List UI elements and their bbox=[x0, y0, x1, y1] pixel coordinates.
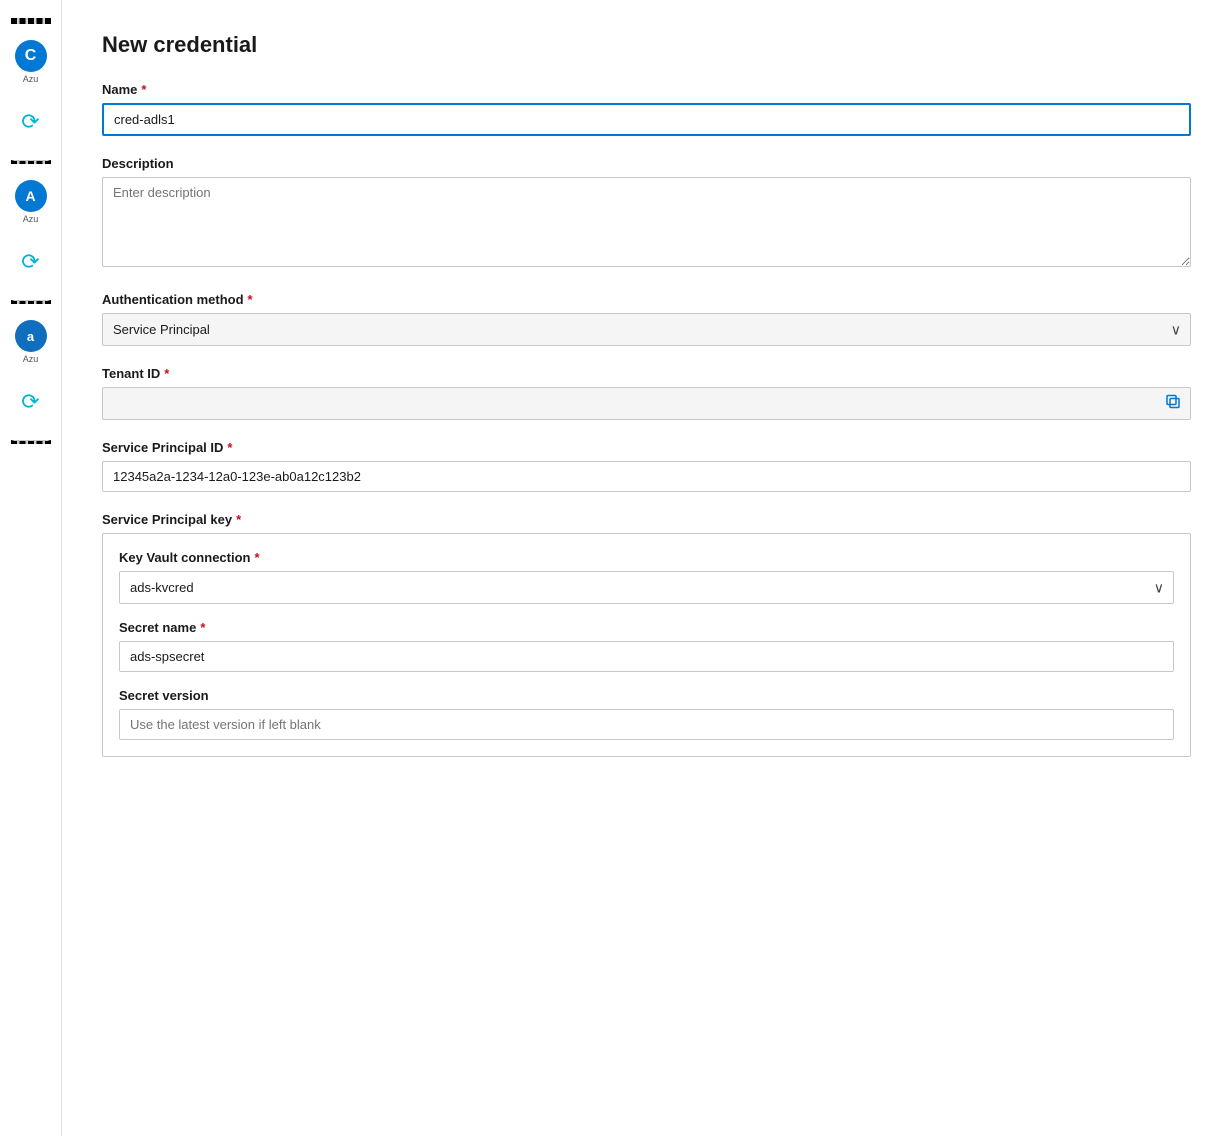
auth-method-group: Authentication method * Service Principa… bbox=[102, 292, 1191, 346]
kv-connection-required: * bbox=[254, 550, 259, 565]
name-group: Name * bbox=[102, 82, 1191, 136]
sidebar-item-co[interactable]: C Azu bbox=[3, 34, 59, 90]
sidebar-co-icon: C bbox=[15, 40, 47, 72]
main-content: New credential Name * Description Authen… bbox=[62, 0, 1231, 1136]
tenant-id-group: Tenant ID * bbox=[102, 366, 1191, 420]
sidebar-item-ad[interactable]: a Azu bbox=[3, 314, 59, 370]
kv-connection-select-wrapper: ads-kvcred ∨ bbox=[119, 571, 1174, 604]
secret-version-label: Secret version bbox=[119, 688, 1174, 703]
secret-name-input[interactable] bbox=[119, 641, 1174, 672]
secret-name-required: * bbox=[200, 620, 205, 635]
name-required: * bbox=[141, 82, 146, 97]
auth-method-select-wrapper: Service Principal ∨ bbox=[102, 313, 1191, 346]
auth-method-label: Authentication method * bbox=[102, 292, 1191, 307]
description-input[interactable] bbox=[102, 177, 1191, 267]
name-label: Name * bbox=[102, 82, 1191, 97]
sidebar-ad-sublabel: Azu bbox=[23, 354, 39, 364]
sidebar-az-icon: A bbox=[15, 180, 47, 212]
sidebar-divider-bottom bbox=[11, 440, 51, 444]
tenant-id-required: * bbox=[164, 366, 169, 381]
name-input[interactable] bbox=[102, 103, 1191, 136]
sp-key-required: * bbox=[236, 512, 241, 527]
sp-id-group: Service Principal ID * bbox=[102, 440, 1191, 492]
secret-name-group: Secret name * bbox=[119, 620, 1174, 672]
sidebar-item-link2[interactable]: ⟳ bbox=[3, 234, 59, 290]
tenant-id-input[interactable] bbox=[102, 387, 1191, 420]
sidebar-item-link1[interactable]: ⟳ bbox=[3, 94, 59, 150]
sidebar-divider-top bbox=[11, 18, 51, 24]
kv-connection-group: Key Vault connection * ads-kvcred ∨ bbox=[119, 550, 1174, 604]
sidebar-link2-icon: ⟳ bbox=[21, 249, 39, 275]
sidebar-az-sublabel: Azu bbox=[23, 214, 39, 224]
auth-method-required: * bbox=[248, 292, 253, 307]
sidebar-divider-mid1 bbox=[11, 160, 51, 164]
sidebar-ad-icon: a bbox=[15, 320, 47, 352]
tenant-id-wrapper bbox=[102, 387, 1191, 420]
sidebar-item-link3[interactable]: ⟳ bbox=[3, 374, 59, 430]
sp-key-label: Service Principal key * bbox=[102, 512, 1191, 527]
sp-id-label: Service Principal ID * bbox=[102, 440, 1191, 455]
secret-name-label: Secret name * bbox=[119, 620, 1174, 635]
sidebar-link1-icon: ⟳ bbox=[21, 109, 39, 135]
kv-connection-label: Key Vault connection * bbox=[119, 550, 1174, 565]
sp-id-input[interactable] bbox=[102, 461, 1191, 492]
secret-version-group: Secret version bbox=[119, 688, 1174, 740]
tenant-id-copy-button[interactable] bbox=[1163, 391, 1183, 416]
kv-connection-select[interactable]: ads-kvcred bbox=[119, 571, 1174, 604]
sp-id-required: * bbox=[227, 440, 232, 455]
auth-method-select[interactable]: Service Principal bbox=[102, 313, 1191, 346]
sp-key-section: Key Vault connection * ads-kvcred ∨ Secr… bbox=[102, 533, 1191, 757]
sp-key-group: Service Principal key * Key Vault connec… bbox=[102, 512, 1191, 757]
sidebar-divider-mid2 bbox=[11, 300, 51, 304]
sidebar-item-az[interactable]: A Azu bbox=[3, 174, 59, 230]
page-title: New credential bbox=[102, 32, 1191, 58]
sidebar: C Azu ⟳ A Azu ⟳ a Azu ⟳ bbox=[0, 0, 62, 1136]
secret-version-input[interactable] bbox=[119, 709, 1174, 740]
copy-icon bbox=[1165, 393, 1181, 409]
tenant-id-label: Tenant ID * bbox=[102, 366, 1191, 381]
description-label: Description bbox=[102, 156, 1191, 171]
sidebar-link3-icon: ⟳ bbox=[21, 389, 39, 415]
description-group: Description bbox=[102, 156, 1191, 272]
sidebar-co-sublabel: Azu bbox=[23, 74, 39, 84]
